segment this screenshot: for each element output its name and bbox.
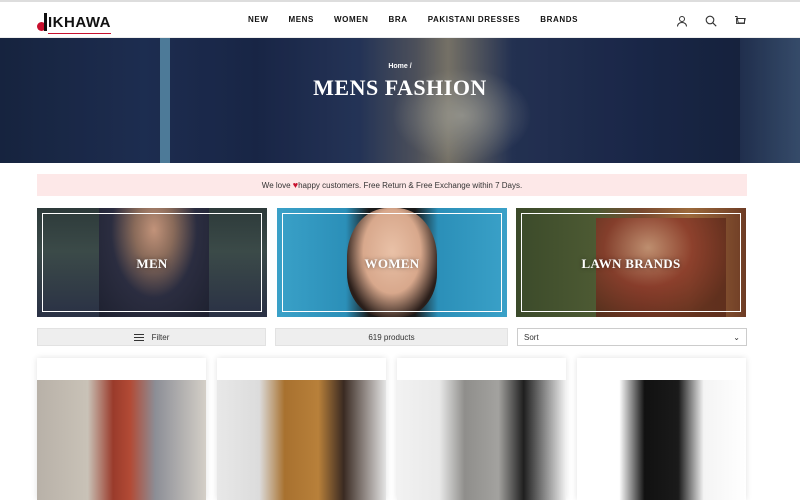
- sort-label: Sort: [524, 333, 539, 342]
- filter-button[interactable]: Filter: [37, 328, 266, 346]
- product-count: 619 products: [275, 328, 508, 346]
- search-icon[interactable]: [705, 14, 717, 27]
- nav-item-pakistani-dresses[interactable]: PAKISTANI DRESSES: [428, 15, 521, 24]
- nav-item-women[interactable]: WOMEN: [334, 15, 369, 24]
- product-image[interactable]: [217, 380, 386, 500]
- hero-banner: Home / MENS FASHION: [0, 38, 800, 163]
- chevron-down-icon: ⌄: [733, 333, 740, 342]
- category-label-women: WOMEN: [364, 256, 420, 271]
- category-tile-lawn-brands[interactable]: LAWN BRANDS: [516, 208, 746, 317]
- announcement-text-before: We love: [261, 181, 293, 190]
- product-image[interactable]: [577, 380, 746, 500]
- nav-item-bra[interactable]: BRA: [389, 15, 408, 24]
- product-image[interactable]: [37, 380, 206, 500]
- nav-item-mens[interactable]: MENS: [288, 15, 314, 24]
- logo-text: IKHAWA: [48, 13, 111, 31]
- cart-icon[interactable]: [734, 14, 746, 26]
- category-label-men: MEN: [136, 256, 168, 271]
- product-image[interactable]: [397, 380, 566, 500]
- filter-icon: [133, 333, 144, 341]
- product-card[interactable]: [397, 358, 566, 500]
- product-card[interactable]: [217, 358, 386, 500]
- nav-item-brands[interactable]: BRANDS: [540, 15, 578, 24]
- product-card[interactable]: [37, 358, 206, 500]
- product-card[interactable]: [577, 358, 746, 500]
- announcement-bar: We love ♥happy customers. Free Return & …: [37, 174, 747, 196]
- category-tile-women[interactable]: WOMEN: [277, 208, 507, 317]
- breadcrumb[interactable]: Home /: [0, 63, 800, 70]
- header-actions: [676, 14, 746, 27]
- logo-mark-icon: [37, 13, 47, 31]
- nav-item-new[interactable]: NEW: [248, 15, 268, 24]
- site-header: IKHAWA NEW MENS WOMEN BRA PAKISTANI DRES…: [0, 0, 800, 38]
- category-tile-men[interactable]: MEN: [37, 208, 267, 317]
- sort-select[interactable]: Sort ⌄: [517, 328, 747, 346]
- announcement-text-after: happy customers. Free Return & Free Exch…: [298, 181, 523, 190]
- main-nav: NEW MENS WOMEN BRA PAKISTANI DRESSES BRA…: [248, 15, 598, 24]
- user-icon[interactable]: [676, 14, 688, 27]
- page-title: MENS FASHION: [313, 75, 487, 100]
- filter-label: Filter: [151, 332, 170, 342]
- logo[interactable]: IKHAWA: [37, 11, 111, 34]
- category-label-lawn-brands: LAWN BRANDS: [581, 256, 681, 271]
